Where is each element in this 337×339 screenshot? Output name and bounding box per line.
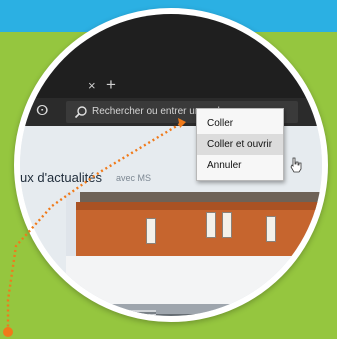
callout-connector — [3, 118, 186, 337]
pointer-dot-icon — [3, 327, 13, 337]
arrow-head-icon — [178, 118, 186, 128]
dotted-pointer-line — [6, 122, 181, 330]
